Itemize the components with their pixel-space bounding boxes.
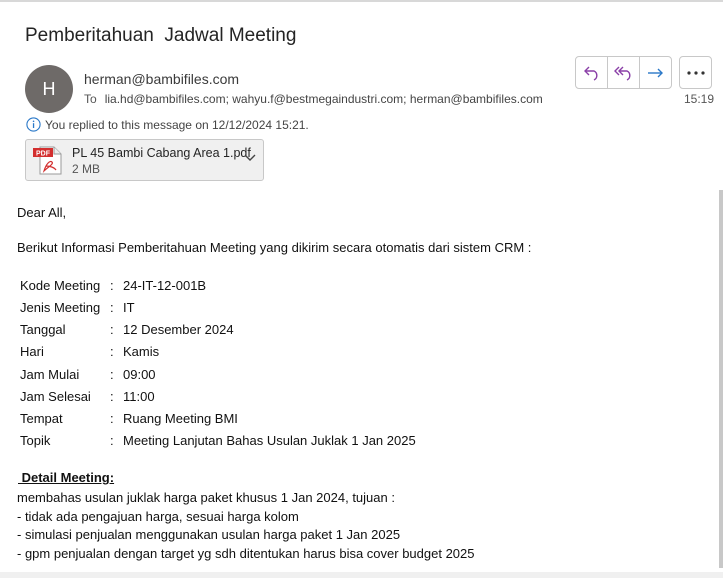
scrollbar[interactable] [719, 190, 723, 568]
detail-line: - gpm penjualan dengan target yg sdh dit… [17, 546, 475, 561]
forward-icon [647, 68, 663, 77]
reply-all-icon [613, 66, 630, 81]
reply-actions-group [575, 56, 672, 89]
reply-button[interactable] [576, 57, 608, 88]
more-icon [686, 70, 705, 75]
info-icon [26, 117, 41, 132]
pdf-file-icon: PDF [33, 146, 62, 175]
forward-button[interactable] [640, 57, 671, 88]
detail-line: - tidak ada pengajuan harga, sesuai harg… [17, 509, 299, 524]
sender-address[interactable]: herman@bambifiles.com [84, 71, 239, 87]
svg-text:PDF: PDF [36, 151, 51, 158]
avatar-initial: H [42, 78, 56, 99]
reply-all-button[interactable] [608, 57, 640, 88]
recipients-row: To lia.hd@bambifiles.com; wahyu.f@bestmeg… [84, 92, 543, 106]
attachment-name: PL 45 Bambi Cabang Area 1.pdf [72, 146, 251, 160]
detail-line: - simulasi penjualan menggunakan usulan … [17, 527, 401, 542]
greeting: Dear All, [17, 205, 67, 220]
replied-info-bar: You replied to this message on 12/12/202… [26, 117, 309, 132]
to-label: To [84, 92, 97, 106]
replied-info-text: You replied to this message on 12/12/202… [45, 117, 309, 132]
reply-icon [583, 66, 597, 81]
attachment-card[interactable]: PDF PL 45 Bambi Cabang Area 1.pdf 2 MB [25, 139, 264, 181]
more-actions-button[interactable] [679, 56, 712, 89]
detail-meeting-heading: Detail Meeting: [18, 470, 115, 485]
window-top-border [0, 0, 723, 2]
email-subject: Pemberitahuan Jadwal Meeting [25, 25, 297, 46]
sender-avatar[interactable]: H [25, 65, 73, 113]
intro-text: Berikut Informasi Pemberitahuan Meeting … [17, 240, 532, 255]
bottom-toolbar-edge [0, 572, 723, 578]
recipients-list[interactable]: lia.hd@bambifiles.com; wahyu.f@bestmegai… [105, 92, 543, 106]
received-time: 15:19 [684, 92, 715, 106]
attachment-size: 2 MB [72, 162, 101, 176]
chevron-down-icon[interactable] [244, 154, 256, 162]
detail-line: membahas usulan juklak harga paket khusu… [17, 490, 395, 505]
